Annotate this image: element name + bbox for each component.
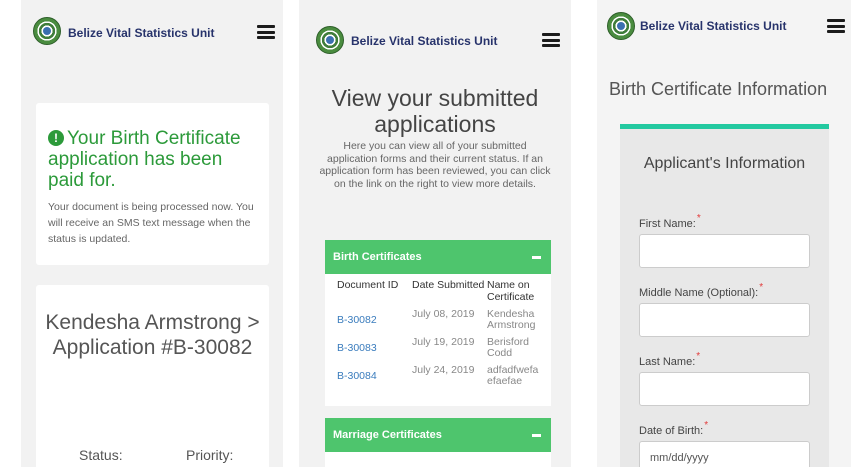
name-on-certificate: Berisford Codd	[487, 336, 530, 359]
site-header: Belize Vital Statistics Unit	[299, 0, 571, 54]
form-header: Applicant's Information	[643, 155, 806, 172]
minus-icon[interactable]	[532, 434, 541, 437]
screen-submitted-applications: Belize Vital Statistics Unit View your s…	[299, 0, 571, 467]
birth-certificates-table: Document ID Date Submitted Name on Certi…	[337, 279, 547, 393]
document-id-link[interactable]: B-30084	[337, 365, 412, 393]
date-submitted: July 24, 2019	[412, 364, 475, 376]
required-marker: *	[704, 420, 709, 431]
minus-icon[interactable]	[532, 256, 541, 259]
name-on-certificate: Kendesha Armstrong	[487, 308, 536, 331]
document-id-link[interactable]: B-30083	[337, 337, 412, 365]
success-title: ! Your Birth Certificate application has …	[48, 128, 257, 191]
middle-name-label: Middle Name (Optional):*	[639, 282, 763, 299]
marriage-certificates-header[interactable]: Marriage Certificates	[325, 418, 551, 452]
application-card: Kendesha Armstrong > Application #B-3008…	[36, 285, 269, 467]
column-header: Name on Certificate	[487, 279, 535, 303]
section-title: Birth Certificates	[333, 251, 422, 263]
required-marker: *	[696, 213, 701, 224]
document-id-link[interactable]: B-30082	[337, 309, 412, 337]
brand-name[interactable]: Belize Vital Statistics Unit	[351, 34, 498, 48]
belize-seal-logo[interactable]	[33, 17, 61, 45]
marriage-certificates-section: Marriage Certificates	[325, 418, 551, 467]
page-title: Birth Certificate Information	[609, 79, 828, 99]
table-row: B-30082 July 08, 2019 Kendesha Armstrong	[337, 309, 547, 337]
page-intro: Here you can view all of your submitted …	[319, 140, 551, 190]
name-on-certificate: adfadfwefa efaefae	[487, 364, 539, 387]
screen-birth-certificate-form: Belize Vital Statistics Unit Birth Certi…	[597, 0, 851, 467]
field-label-text: Middle Name (Optional):	[639, 287, 759, 299]
date-of-birth-label: Date of Birth:*	[639, 420, 708, 437]
date-submitted: July 19, 2019	[412, 336, 475, 348]
site-header: Belize Vital Statistics Unit	[21, 0, 283, 54]
first-name-input[interactable]	[639, 234, 810, 268]
hamburger-menu-icon[interactable]	[542, 33, 560, 47]
success-message: Your document is being processed now. Yo…	[48, 201, 254, 245]
date-submitted: July 08, 2019	[412, 308, 475, 320]
page-title: View your submitted applications	[331, 85, 539, 137]
applicant-information-form: Applicant's Information First Name:* Mid…	[620, 124, 829, 467]
birth-certificates-header[interactable]: Birth Certificates	[325, 240, 551, 274]
hamburger-menu-icon[interactable]	[257, 25, 275, 39]
first-name-label: First Name:*	[639, 213, 701, 230]
birth-certificates-section: Birth Certificates Document ID Date Subm…	[325, 240, 551, 406]
last-name-label: Last Name:*	[639, 351, 700, 368]
belize-seal-logo[interactable]	[316, 26, 344, 54]
table-header-row: Document ID Date Submitted Name on Certi…	[337, 279, 547, 309]
section-title: Marriage Certificates	[333, 429, 442, 441]
application-title: Kendesha Armstrong > Application #B-3008…	[45, 311, 260, 359]
table-row: B-30084 July 24, 2019 adfadfwefa efaefae	[337, 365, 547, 393]
success-title-text: Your Birth Certificate application has b…	[48, 128, 241, 191]
column-header: Document ID	[337, 279, 399, 291]
hamburger-menu-icon[interactable]	[827, 19, 845, 33]
required-marker: *	[759, 282, 764, 293]
required-marker: *	[696, 351, 701, 362]
date-of-birth-input[interactable]	[639, 441, 810, 467]
screen-payment-confirmation: Belize Vital Statistics Unit ! Your Birth…	[21, 0, 283, 467]
field-label-text: Date of Birth:	[639, 425, 704, 437]
site-header: Belize Vital Statistics Unit	[597, 0, 851, 54]
table-row: B-30083 July 19, 2019 Berisford Codd	[337, 337, 547, 365]
exclamation-circle-icon: !	[48, 130, 64, 146]
status-label: Status:	[79, 447, 123, 463]
middle-name-input[interactable]	[639, 303, 810, 337]
field-label-text: First Name:	[639, 218, 696, 230]
last-name-input[interactable]	[639, 372, 810, 406]
priority-label: Priority:	[186, 447, 234, 463]
column-header: Date Submitted	[412, 279, 485, 291]
payment-success-card: ! Your Birth Certificate application has …	[36, 103, 269, 265]
belize-seal-logo[interactable]	[607, 12, 635, 40]
brand-name[interactable]: Belize Vital Statistics Unit	[640, 19, 787, 33]
field-label-text: Last Name:	[639, 356, 696, 368]
brand-name[interactable]: Belize Vital Statistics Unit	[68, 26, 215, 40]
